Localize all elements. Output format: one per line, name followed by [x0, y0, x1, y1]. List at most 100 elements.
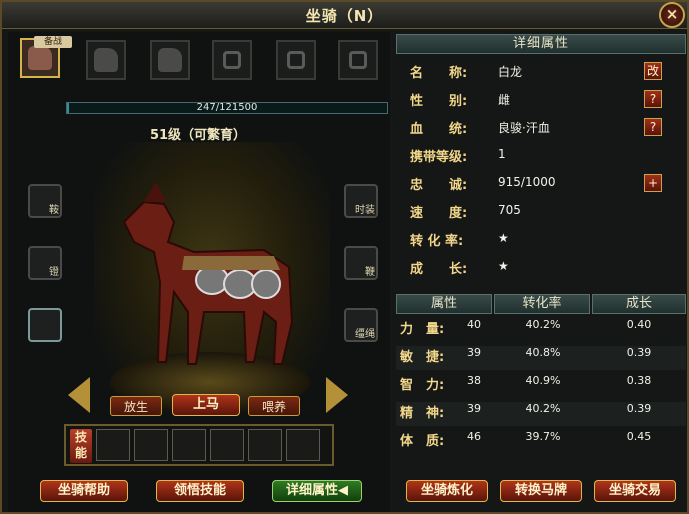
release-button[interactable]: 放生	[110, 396, 162, 416]
equip-label: 镫	[49, 267, 59, 278]
equip-stirrup[interactable]: 镫	[28, 246, 62, 280]
mount-window: 坐骑（N） × 备战 247/121500 51级（可繁育） 鞍 镫 时装 鞭 …	[0, 0, 689, 514]
attr-rate: 40.2%	[525, 318, 561, 331]
blood-key: 血 统:	[410, 122, 468, 137]
skill-bar: 技能	[64, 424, 334, 466]
attr-growth: 0.38	[626, 374, 652, 387]
gender-value: 雌	[498, 93, 511, 107]
horse-image	[122, 182, 294, 365]
blood-value: 良骏·汗血	[498, 121, 550, 135]
attr-name: 力 量:	[400, 322, 445, 337]
horse-icon	[94, 48, 118, 72]
grow-key: 成 长:	[410, 262, 468, 277]
col-rate: 转化率	[494, 294, 590, 314]
mount-level: 51级（可繁育）	[149, 128, 247, 143]
close-button[interactable]: ×	[659, 2, 685, 28]
convert-token-button[interactable]: 转换马牌	[500, 480, 582, 502]
next-mount-arrow[interactable]	[326, 377, 348, 413]
equip-label: 鞭	[365, 267, 375, 278]
title-bar[interactable]: 坐骑（N） ×	[2, 2, 687, 29]
mount-panel: 备战 247/121500 51级（可繁育） 鞍 镫 时装 鞭 缰绳 放生 上马…	[8, 32, 390, 512]
speed-value: 705	[498, 203, 521, 217]
mount-refine-button[interactable]: 坐骑炼化	[406, 480, 488, 502]
mount-slot-6[interactable]	[338, 40, 378, 80]
table-row: 敏 捷: 39 40.8% 0.39	[396, 346, 686, 370]
equip-label: 缰绳	[355, 329, 375, 340]
feed-button[interactable]: 喂养	[248, 396, 300, 416]
name-value: 白龙	[498, 65, 523, 79]
table-row: 力 量: 40 40.2% 0.40	[396, 318, 686, 342]
attr-growth: 0.45	[626, 430, 652, 443]
mount-button[interactable]: 上马	[172, 394, 240, 416]
lock-icon	[223, 51, 241, 69]
carry-key: 携带等级:	[410, 150, 468, 165]
gender-help-button[interactable]: ?	[644, 90, 662, 108]
attr-name: 智 力:	[400, 378, 445, 393]
mount-help-button[interactable]: 坐骑帮助	[40, 480, 128, 502]
attr-rate: 40.9%	[525, 374, 561, 387]
attr-growth: 0.39	[626, 402, 652, 415]
attr-growth: 0.40	[626, 318, 652, 331]
table-row: 智 力: 38 40.9% 0.38	[396, 374, 686, 398]
horse-icon	[158, 48, 182, 72]
learn-skill-button[interactable]: 领悟技能	[156, 480, 244, 502]
skill-slot[interactable]	[248, 429, 282, 461]
attr-rate: 40.2%	[525, 402, 561, 415]
attr-name: 体 质:	[400, 434, 445, 449]
attr-growth: 0.39	[626, 346, 652, 359]
equip-fashion[interactable]: 时装	[344, 184, 378, 218]
name-key: 名 称:	[410, 66, 468, 81]
detail-toggle-button[interactable]: 详细属性◀	[272, 480, 362, 502]
loyal-value: 915/1000	[498, 175, 556, 189]
attr-name: 敏 捷:	[400, 350, 445, 365]
mount-slot-4[interactable]	[212, 40, 252, 80]
horse-icon	[28, 46, 52, 70]
lock-icon	[349, 51, 367, 69]
grow-value: ★	[498, 259, 509, 273]
mount-trade-button[interactable]: 坐骑交易	[594, 480, 676, 502]
skill-slot[interactable]	[286, 429, 320, 461]
loyalty-add-button[interactable]: +	[644, 174, 662, 192]
skill-slot[interactable]	[172, 429, 206, 461]
carry-value: 1	[498, 147, 506, 161]
detail-header: 详细属性	[396, 34, 686, 54]
col-growth: 成长	[592, 294, 686, 314]
mount-slot-2[interactable]	[86, 40, 126, 80]
attr-value: 39	[467, 346, 481, 359]
mount-slot-5[interactable]	[276, 40, 316, 80]
attr-rate: 39.7%	[525, 430, 561, 443]
loyal-key: 忠 诚:	[410, 178, 468, 193]
equip-label: 鞍	[49, 205, 59, 216]
skill-tag: 技能	[70, 429, 92, 463]
table-row: 体 质: 46 39.7% 0.45	[396, 430, 686, 454]
attr-rate: 40.8%	[525, 346, 561, 359]
window-title: 坐骑（N）	[305, 7, 384, 25]
attr-name: 精 神:	[400, 406, 445, 421]
conv-value: ★	[498, 231, 509, 245]
attr-value: 40	[467, 318, 481, 331]
detail-panel: 详细属性 名 称: 白龙 改 性 别: 雌 ? 血 统: 良骏·汗血 ? 携带等…	[396, 32, 686, 512]
equip-whip[interactable]: 鞭	[344, 246, 378, 280]
exp-bar: 247/121500	[66, 102, 388, 114]
equip-slot-3[interactable]	[28, 308, 62, 342]
skill-slot[interactable]	[96, 429, 130, 461]
conv-key: 转 化 率:	[410, 234, 464, 249]
gender-key: 性 别:	[410, 94, 468, 109]
speed-key: 速 度:	[410, 206, 468, 221]
equip-reins[interactable]: 缰绳	[344, 308, 378, 342]
skill-slot[interactable]	[210, 429, 244, 461]
rename-button[interactable]: 改	[644, 62, 662, 80]
prev-mount-arrow[interactable]	[68, 377, 90, 413]
attr-value: 39	[467, 402, 481, 415]
mount-slot-3[interactable]	[150, 40, 190, 80]
mount-slot-1[interactable]: 备战	[20, 36, 72, 78]
attr-value: 46	[467, 430, 481, 443]
equip-saddle[interactable]: 鞍	[28, 184, 62, 218]
battle-tag: 备战	[34, 36, 72, 48]
equip-label: 时装	[355, 205, 375, 216]
lock-icon	[287, 51, 305, 69]
attr-value: 38	[467, 374, 481, 387]
blood-help-button[interactable]: ?	[644, 118, 662, 136]
skill-slot[interactable]	[134, 429, 168, 461]
exp-text: 247/121500	[196, 102, 258, 113]
